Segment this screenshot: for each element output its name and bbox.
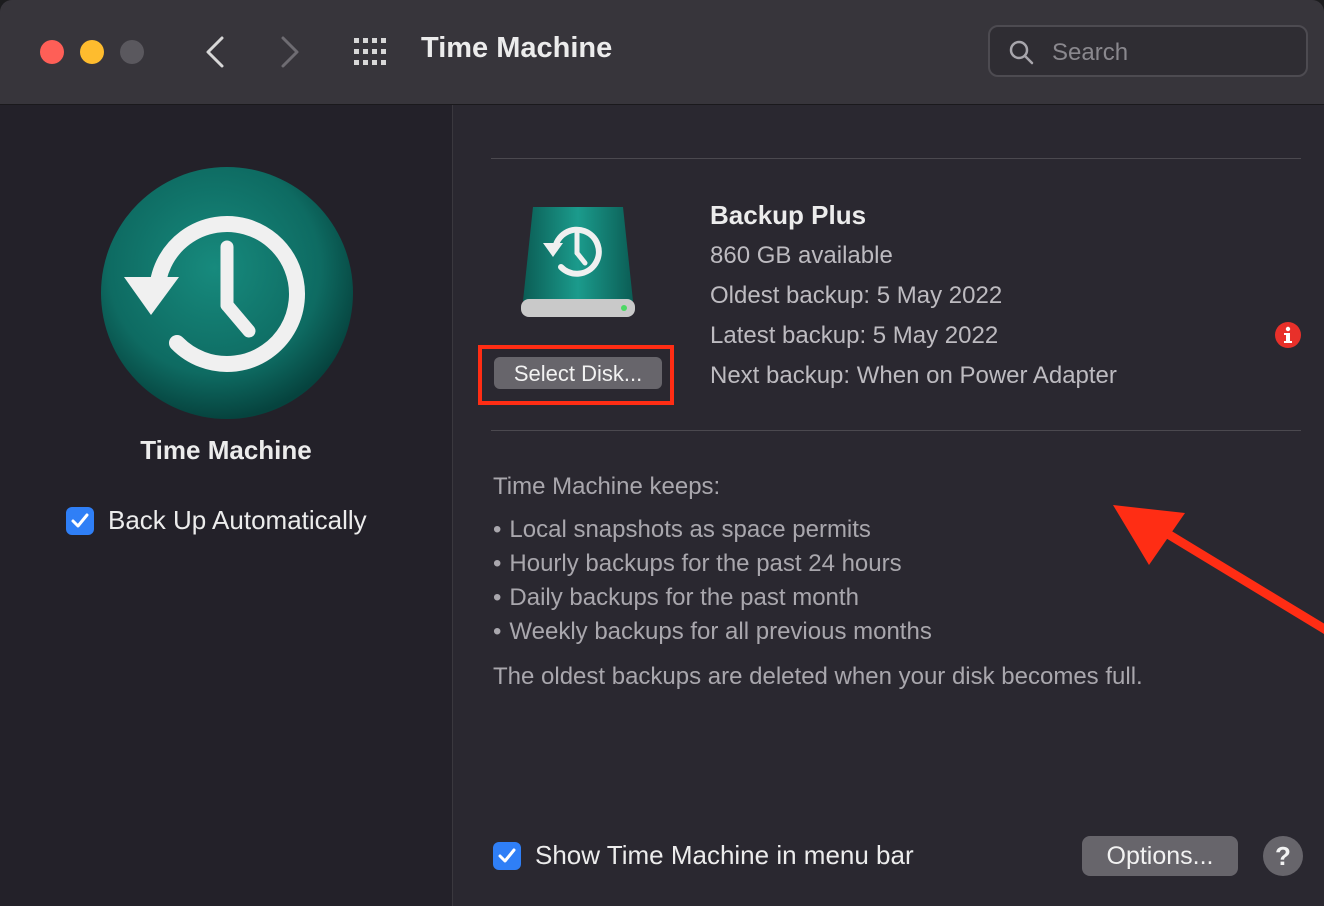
backup-disk-icon <box>521 207 635 317</box>
show-in-menu-bar-checkbox[interactable]: Show Time Machine in menu bar <box>493 840 914 871</box>
select-disk-button[interactable]: Select Disk... <box>494 357 662 389</box>
sidebar: Time Machine Back Up Automatically <box>0 105 453 906</box>
preferences-window: Time Machine Time Machine <box>0 0 1324 906</box>
checkbox-box[interactable] <box>66 506 94 535</box>
checkmark-icon <box>71 513 89 527</box>
oldest-deleted-note: The oldest backups are deleted when your… <box>493 663 1143 690</box>
forward-chevron-icon <box>281 36 299 68</box>
back-chevron-icon <box>206 36 224 68</box>
search-field[interactable] <box>988 25 1308 77</box>
back-up-automatically-label: Back Up Automatically <box>108 505 367 535</box>
next-backup: Next backup: When on Power Adapter <box>710 362 1117 389</box>
list-item: Hourly backups for the past 24 hours <box>493 549 932 583</box>
options-button[interactable]: Options... <box>1082 836 1238 876</box>
list-item: Daily backups for the past month <box>493 583 932 617</box>
minimize-window-button[interactable] <box>80 40 104 64</box>
keeps-title: Time Machine keeps: <box>493 473 721 500</box>
disk-available: 860 GB available <box>710 242 893 269</box>
keeps-list: Local snapshots as space permits Hourly … <box>493 515 932 651</box>
annotation-arrow <box>1113 505 1324 635</box>
list-item: Local snapshots as space permits <box>493 515 932 549</box>
disk-name: Backup Plus <box>710 200 867 230</box>
search-input[interactable] <box>1050 35 1294 71</box>
checkbox-box[interactable] <box>493 841 521 870</box>
grid-icon <box>354 38 386 65</box>
latest-backup: Latest backup: 5 May 2022 <box>710 322 999 349</box>
search-icon <box>1009 40 1034 65</box>
sidebar-title: Time Machine <box>140 435 312 465</box>
divider <box>491 158 1301 159</box>
list-item: Weekly backups for all previous months <box>493 617 931 651</box>
close-window-button[interactable] <box>40 40 64 64</box>
zoom-window-button[interactable] <box>120 40 144 64</box>
oldest-backup: Oldest backup: 5 May 2022 <box>710 282 1003 309</box>
forward-button[interactable] <box>270 28 310 76</box>
show-in-menu-bar-label: Show Time Machine in menu bar <box>535 840 914 870</box>
window-title: Time Machine <box>421 32 613 64</box>
info-icon[interactable] <box>1274 321 1302 349</box>
show-all-button[interactable] <box>352 36 392 68</box>
checkmark-icon <box>498 848 516 862</box>
help-button[interactable]: ? <box>1263 836 1303 876</box>
divider <box>491 430 1301 431</box>
time-machine-icon <box>101 167 353 419</box>
back-button[interactable] <box>195 28 235 76</box>
title-bar: Time Machine <box>0 0 1324 105</box>
main-panel: Select Disk... Backup Plus 860 GB availa… <box>453 105 1324 906</box>
back-up-automatically-checkbox[interactable]: Back Up Automatically <box>66 505 367 536</box>
